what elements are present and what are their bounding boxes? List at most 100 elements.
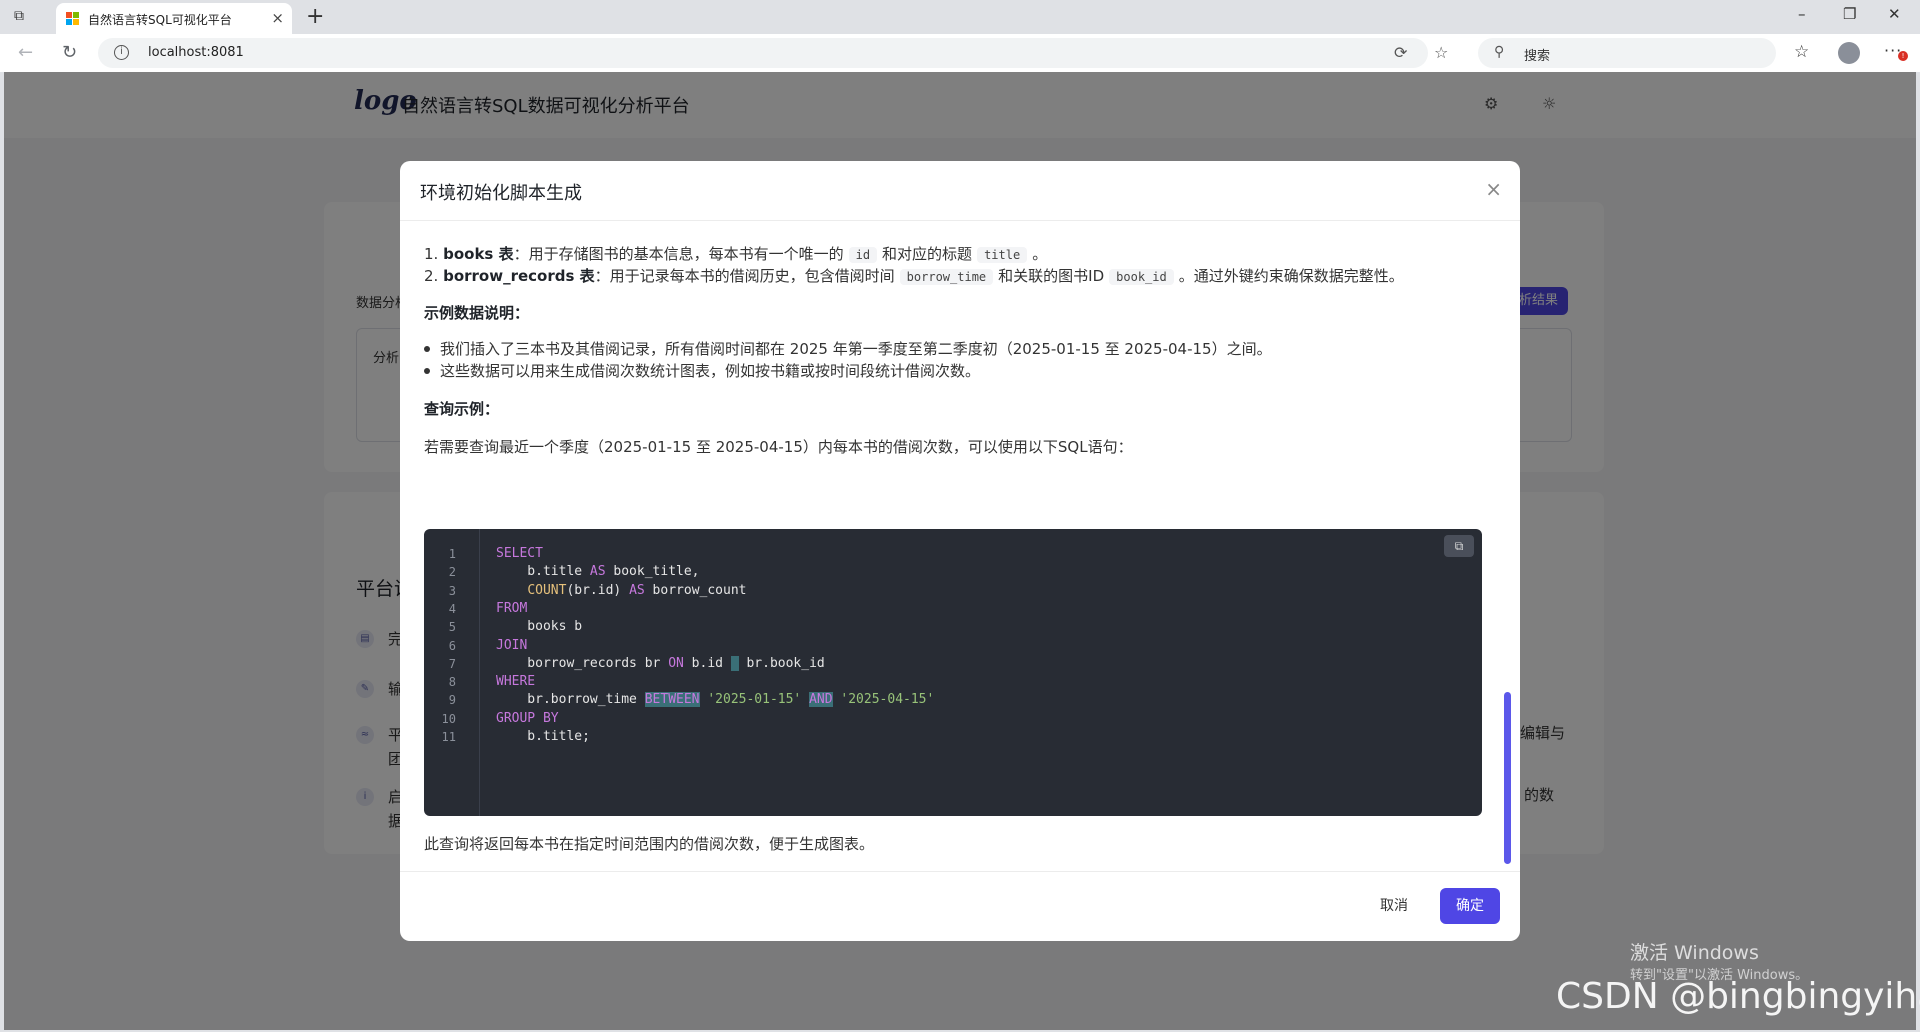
sql-keyword: WHERE bbox=[496, 674, 536, 689]
code-line: books b bbox=[496, 619, 582, 634]
code-token: book_title, bbox=[605, 564, 700, 579]
sql-keyword: SELECT bbox=[496, 546, 543, 561]
browser-tab[interactable]: 自然语言转SQL可视化平台 × bbox=[56, 3, 292, 34]
line-number: 5 bbox=[448, 620, 456, 634]
bullet-dot bbox=[424, 368, 430, 374]
new-tab-button[interactable]: + bbox=[306, 4, 324, 29]
sql-function: COUNT bbox=[527, 583, 567, 598]
desc-text: ：用于记录每本书的借阅历史，包含借阅时间 bbox=[594, 267, 895, 285]
browser-tab-bar: ⧉ 自然语言转SQL可视化平台 × + – ❐ ✕ bbox=[0, 0, 1920, 34]
reload-icon[interactable]: ↻ bbox=[62, 42, 77, 63]
selected-text: BETWEEN bbox=[644, 692, 700, 707]
close-icon[interactable]: × bbox=[1485, 177, 1502, 201]
page-viewport: logo 自然语言转SQL数据可视化分析平台 ⚙ ☼ 数据分析 析结果 分析 平… bbox=[4, 72, 1916, 1030]
modal-body[interactable]: 1. books 表：用于存储图书的基本信息，每本书有一个唯一的 id 和对应的标题… bbox=[400, 222, 1520, 871]
desc-text: 和关联的图书ID bbox=[998, 267, 1105, 285]
tab-title: 自然语言转SQL可视化平台 bbox=[88, 13, 232, 27]
line-number: 4 bbox=[448, 602, 456, 616]
search-placeholder: 搜索 bbox=[1524, 49, 1551, 64]
copy-code-button[interactable]: ⧉ bbox=[1444, 535, 1474, 557]
modal-scrollbar-thumb[interactable] bbox=[1504, 692, 1511, 864]
site-info-icon[interactable]: i bbox=[114, 45, 129, 60]
address-bar: ← ↻ i localhost:8081 ⟳ ☆ ⚲ 搜索 ☆ ··· ! bbox=[0, 34, 1920, 72]
modal-header: 环境初始化脚本生成 × bbox=[400, 161, 1520, 221]
desc-text: 和对应的标题 bbox=[882, 245, 973, 263]
url-text[interactable]: localhost:8081 bbox=[148, 45, 244, 60]
sample-bullet: 这些数据可以用来生成借阅次数统计图表，例如按书籍或按时间段统计借阅次数。 bbox=[440, 362, 981, 380]
sql-string: '2025-04-15' bbox=[840, 692, 935, 707]
sql-keyword: GROUP BY bbox=[496, 711, 559, 726]
code-line: b.title; bbox=[496, 729, 590, 744]
sql-keyword: FROM bbox=[496, 601, 528, 616]
sample-bullet: 我们插入了三本书及其借阅记录，所有借阅时间都在 2025 年第一季度至第二季度初… bbox=[440, 340, 1272, 358]
list-number: 2. bbox=[424, 267, 439, 285]
line-number-gutter: 1 2 3 4 5 6 7 8 9 10 11 bbox=[424, 529, 480, 816]
tab-actions-icon[interactable]: ⧉ bbox=[14, 8, 34, 26]
selected-text: AND bbox=[809, 692, 833, 707]
init-script-modal: 环境初始化脚本生成 × 1. books 表：用于存储图书的基本信息，每本书有一… bbox=[400, 161, 1520, 941]
sql-string: '2025-01-15' bbox=[707, 692, 802, 707]
sample-heading: 示例数据说明： bbox=[424, 304, 530, 322]
favorite-star-icon[interactable]: ☆ bbox=[1434, 43, 1448, 62]
line-number: 3 bbox=[448, 584, 456, 598]
inline-code: title bbox=[977, 247, 1028, 263]
sql-keyword: JOIN bbox=[496, 638, 528, 653]
url-field[interactable]: i localhost:8081 ⟳ ☆ bbox=[98, 38, 1448, 68]
code-line: br.borrow_time BETWEEN '2025-01-15' AND … bbox=[496, 692, 934, 707]
table-desc-books: 1. books 表：用于存储图书的基本信息，每本书有一个唯一的 id 和对应的标题… bbox=[424, 243, 1047, 264]
search-icon: ⚲ bbox=[1494, 44, 1505, 60]
windows-activation-title: 激活 Windows bbox=[1630, 942, 1759, 964]
line-number: 6 bbox=[448, 639, 456, 653]
code-line: JOIN bbox=[496, 638, 527, 653]
desc-text: 。 bbox=[1032, 245, 1048, 263]
back-icon[interactable]: ← bbox=[18, 42, 33, 63]
minimize-button[interactable]: – bbox=[1798, 5, 1806, 23]
favorites-icon[interactable]: ☆ bbox=[1794, 42, 1809, 62]
list-number: 1. bbox=[424, 245, 439, 263]
line-number: 2 bbox=[448, 565, 456, 579]
favicon-icon bbox=[66, 12, 80, 26]
modal-title: 环境初始化脚本生成 bbox=[420, 183, 582, 204]
tab-close-icon[interactable]: × bbox=[271, 9, 284, 27]
code-token: books b bbox=[496, 619, 583, 634]
code-line: FROM bbox=[496, 601, 527, 616]
modal-footer: 取消 确定 bbox=[400, 871, 1520, 941]
translate-icon[interactable]: ⟳ bbox=[1394, 43, 1407, 62]
line-number: 7 bbox=[448, 657, 456, 671]
query-intro: 若需要查询最近一个季度（2025-01-15 至 2025-04-15）内每本书… bbox=[424, 438, 1133, 456]
sql-keyword: AS bbox=[589, 564, 606, 579]
code-token: borrow_records br bbox=[496, 656, 669, 671]
line-number: 10 bbox=[441, 712, 456, 726]
csdn-watermark: CSDN @bingbingyihao bbox=[1556, 976, 1920, 1017]
desc-text: ：用于存储图书的基本信息，每本书有一个唯一的 bbox=[513, 245, 844, 263]
code-token: borrow_count bbox=[644, 583, 747, 598]
restore-button[interactable]: ❐ bbox=[1843, 5, 1856, 23]
sql-keyword: ON bbox=[668, 656, 684, 671]
code-line: COUNT(br.id) AS borrow_count bbox=[496, 583, 746, 598]
table-desc-borrow-records: 2. borrow_records 表：用于记录每本书的借阅历史，包含借阅时间 b… bbox=[424, 265, 1404, 286]
inline-code: id bbox=[848, 247, 878, 263]
bullet-dot bbox=[424, 346, 430, 352]
confirm-button[interactable]: 确定 bbox=[1440, 888, 1500, 924]
table-name: borrow_records 表 bbox=[443, 267, 595, 285]
code-line: b.title AS book_title, bbox=[496, 564, 700, 579]
profile-avatar-icon[interactable] bbox=[1838, 42, 1860, 64]
line-number: 1 bbox=[448, 547, 456, 561]
close-window-button[interactable]: ✕ bbox=[1888, 5, 1901, 23]
query-heading: 查询示例： bbox=[424, 400, 500, 418]
table-name: books 表 bbox=[443, 245, 514, 263]
line-number: 8 bbox=[448, 675, 456, 689]
inline-code: book_id bbox=[1109, 269, 1174, 285]
code-line: GROUP BY bbox=[496, 711, 559, 726]
code-token: br.borrow_time bbox=[496, 692, 645, 707]
code-line: SELECT bbox=[496, 546, 543, 561]
line-number: 11 bbox=[441, 730, 456, 744]
sql-code-block[interactable]: 1 2 3 4 5 6 7 8 9 10 11 ⧉ SELECT b.title AS book_t… bbox=[424, 529, 1482, 816]
cancel-button[interactable]: 取消 bbox=[1380, 895, 1408, 915]
search-field[interactable]: ⚲ 搜索 bbox=[1478, 38, 1776, 68]
code-token: b.title; bbox=[496, 729, 590, 744]
inline-code: borrow_time bbox=[899, 269, 994, 285]
code-line: borrow_records br ON b.id br.book_id bbox=[496, 656, 825, 671]
line-number: 9 bbox=[448, 693, 456, 707]
